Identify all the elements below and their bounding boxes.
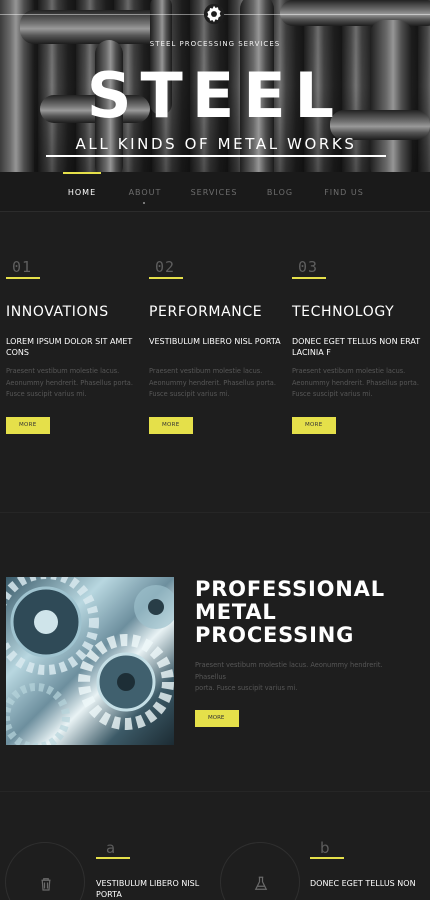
feature-text: Praesent vestibum molestie lacus. Aeonum… (292, 367, 419, 398)
item-letter: b (320, 839, 330, 857)
item-accent-bar (96, 857, 130, 859)
nav-item-blog[interactable]: BLOG (258, 188, 302, 197)
promo-title-line: PROFESSIONAL (195, 577, 385, 601)
more-button[interactable]: MORE (195, 710, 239, 727)
more-button[interactable]: MORE (149, 417, 193, 434)
gears-image (6, 577, 174, 745)
icon-circle (5, 842, 85, 900)
promo-title: PROFESSIONAL METAL PROCESSING (195, 578, 415, 647)
feature-accent-bar (6, 277, 40, 279)
feature-text: Praesent vestibum molestie lacus. Aeonum… (6, 367, 133, 398)
hero-subtitle: ALL KINDS OF METAL WORKS (46, 135, 386, 157)
nav-item-services[interactable]: SERVICES (186, 188, 242, 197)
main-nav: HOME ABOUT SERVICES BLOG FIND US (0, 172, 430, 212)
trash-icon (41, 878, 51, 891)
feature-accent-bar (292, 277, 326, 279)
feature-title: TECHNOLOGY (292, 304, 395, 320)
feature-text: Praesent vestibum molestie lacus. Aeonum… (149, 367, 276, 398)
item-subtitle: DONEC EGET TELLUS NON (310, 879, 416, 888)
promo-text: Praesent vestibum molestie lacus. Aeonum… (195, 660, 405, 695)
item-letter: a (106, 839, 116, 857)
feature-subtitle: VESTIBULUM LIBERO NISL PORTA (149, 337, 281, 346)
item-subtitle: VESTIBULUM LIBERO NISL PORTA (96, 879, 200, 899)
nav-submenu-indicator (143, 202, 145, 204)
icon-circle (220, 842, 300, 900)
hero-title: STEEL (86, 59, 344, 132)
nav-active-indicator (63, 172, 101, 174)
feature-number: 02 (155, 258, 176, 276)
section-divider (0, 791, 430, 792)
feature-accent-bar (149, 277, 183, 279)
feature-title: PERFORMANCE (149, 304, 263, 320)
promo-text-line: porta. Fusce suscipit varius mi. (195, 684, 298, 692)
section-divider (0, 512, 430, 513)
promo-text-line: Praesent vestibum molestie lacus. Aeonum… (195, 661, 383, 681)
hero-banner: STEEL PROCESSING SERVICES STEEL ALL KIND… (0, 0, 430, 172)
nav-item-about[interactable]: ABOUT (120, 188, 170, 197)
feature-subtitle: LOREM IPSUM DOLOR SIT AMET CONS (6, 337, 133, 357)
feature-title: INNOVATIONS (6, 304, 109, 320)
item-accent-bar (310, 857, 344, 859)
nav-item-find-us[interactable]: FIND US (318, 188, 370, 197)
flask-icon (254, 876, 268, 890)
feature-number: 03 (298, 258, 319, 276)
gear-icon (203, 3, 225, 25)
nav-item-home[interactable]: HOME (56, 188, 108, 197)
feature-subtitle: DONEC EGET TELLUS NON ERAT LACINIA F (292, 337, 421, 357)
promo-title-line: PROCESSING (195, 623, 355, 647)
more-button[interactable]: MORE (6, 417, 50, 434)
promo-title-line: METAL (195, 600, 277, 624)
feature-number: 01 (12, 258, 33, 276)
more-button[interactable]: MORE (292, 417, 336, 434)
hero-tagline: STEEL PROCESSING SERVICES (149, 40, 281, 48)
